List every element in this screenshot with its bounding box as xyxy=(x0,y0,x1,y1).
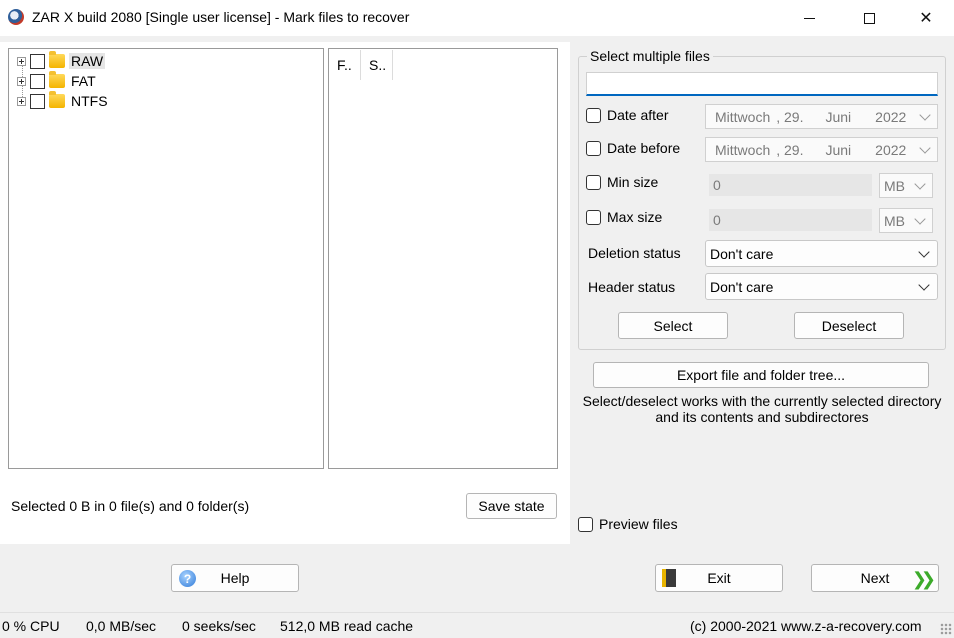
tree-item-label: RAW xyxy=(69,53,106,69)
deselect-button[interactable]: Deselect xyxy=(794,312,904,339)
day: , 29. xyxy=(776,141,804,158)
date-before-label: Date before xyxy=(607,140,681,156)
preview-files-label: Preview files xyxy=(599,516,678,532)
date-after-label: Date after xyxy=(607,107,669,123)
maximize-button[interactable] xyxy=(846,0,892,36)
max-size-checkbox[interactable]: Max size xyxy=(586,209,662,225)
column-header-size[interactable]: S.. xyxy=(361,50,393,80)
maximize-icon xyxy=(863,12,875,24)
help-label: Help xyxy=(220,570,250,586)
tree-item-label: FAT xyxy=(71,73,96,89)
exit-door-icon xyxy=(662,569,676,587)
select-button[interactable]: Select xyxy=(618,312,728,339)
filter-group xyxy=(578,56,946,350)
select-value: Don't care xyxy=(710,245,774,262)
exit-label: Exit xyxy=(707,570,731,586)
cache-status: 512,0 MB read cache xyxy=(280,618,414,634)
chevron-down-icon xyxy=(914,213,926,225)
checkbox-box[interactable] xyxy=(586,107,601,123)
tree-checkbox-fat[interactable] xyxy=(30,73,45,89)
month: Juni xyxy=(825,141,852,158)
expand-icon[interactable] xyxy=(17,56,26,66)
year: 2022 xyxy=(875,108,907,125)
year: 2022 xyxy=(875,141,907,158)
max-size-unit-select[interactable]: MB xyxy=(879,208,933,233)
day-name: Mittwoch xyxy=(715,141,771,158)
info-text: Select/deselect works with the currently… xyxy=(574,393,950,425)
chevron-down-icon xyxy=(919,109,931,121)
tree-item-raw[interactable]: RAW xyxy=(17,51,106,71)
help-icon: ? xyxy=(179,570,196,587)
save-state-button[interactable]: Save state xyxy=(466,493,557,519)
min-size-checkbox[interactable]: Min size xyxy=(586,174,658,190)
folder-icon xyxy=(49,71,65,88)
header-status-label: Header status xyxy=(588,279,676,295)
tree-checkbox-raw[interactable] xyxy=(30,53,45,69)
seeks-status: 0 seeks/sec xyxy=(182,618,256,634)
chevron-down-icon xyxy=(919,142,931,154)
checkbox-box[interactable] xyxy=(586,140,601,156)
minimize-icon xyxy=(803,17,815,19)
column-header-name[interactable]: F.. xyxy=(329,50,361,80)
folder-icon xyxy=(49,91,65,108)
folder-icon xyxy=(49,51,65,68)
chevron-down-icon xyxy=(918,279,930,291)
minimize-button[interactable] xyxy=(786,0,832,36)
chevron-down-icon xyxy=(918,246,930,258)
checkbox-box[interactable] xyxy=(586,209,601,225)
copyright-text: (c) 2000-2021 www.z-a-recovery.com xyxy=(690,618,922,634)
info-line: and its contents and subdirectores xyxy=(655,409,869,425)
double-chevron-right-icon: ❯❯ xyxy=(911,569,936,589)
app-icon xyxy=(8,9,24,25)
resize-grip-icon[interactable] xyxy=(940,623,952,635)
deletion-status-label: Deletion status xyxy=(588,245,681,261)
folder-tree[interactable]: RAW FAT NTFS xyxy=(8,48,324,469)
status-bar: 0 % CPU 0,0 MB/sec 0 seeks/sec 512,0 MB … xyxy=(0,612,954,638)
day-name: Mittwoch xyxy=(715,108,771,125)
date-after-picker[interactable]: Mittwoch , 29. Juni 2022 xyxy=(705,104,938,129)
min-size-label: Min size xyxy=(607,174,659,190)
file-list[interactable]: F.. S.. xyxy=(328,48,558,469)
expand-icon[interactable] xyxy=(17,96,26,106)
help-button[interactable]: ? Help xyxy=(171,564,299,592)
rate-status: 0,0 MB/sec xyxy=(86,618,157,634)
info-line: Select/deselect works with the currently… xyxy=(582,393,942,409)
month: Juni xyxy=(825,108,852,125)
chevron-down-icon xyxy=(914,178,926,190)
date-before-picker[interactable]: Mittwoch , 29. Juni 2022 xyxy=(705,137,938,162)
close-button[interactable]: ✕ xyxy=(903,0,949,36)
max-size-input[interactable]: 0 xyxy=(709,209,872,231)
exit-button[interactable]: Exit xyxy=(655,564,783,592)
select-value: Don't care xyxy=(710,278,774,295)
export-tree-button[interactable]: Export file and folder tree... xyxy=(593,362,929,388)
tree-checkbox-ntfs[interactable] xyxy=(30,93,45,109)
filter-group-title: Select multiple files xyxy=(587,48,713,64)
header-status-select[interactable]: Don't care xyxy=(705,273,938,300)
tree-item-label: NTFS xyxy=(71,93,108,109)
selection-status: Selected 0 B in 0 file(s) and 0 folder(s… xyxy=(11,498,250,514)
checkbox-box[interactable] xyxy=(578,516,593,532)
tree-item-fat[interactable]: FAT xyxy=(17,71,98,91)
unit-value: MB xyxy=(884,212,905,229)
next-button[interactable]: Next ❯❯ xyxy=(811,564,939,592)
checkbox-box[interactable] xyxy=(586,174,601,190)
unit-value: MB xyxy=(884,177,905,194)
preview-files-checkbox[interactable]: Preview files xyxy=(578,516,678,532)
window-title: ZAR X build 2080 [Single user license] -… xyxy=(32,9,410,25)
expand-icon[interactable] xyxy=(17,76,26,86)
date-before-checkbox[interactable]: Date before xyxy=(586,140,680,156)
date-after-checkbox[interactable]: Date after xyxy=(586,107,668,123)
min-size-unit-select[interactable]: MB xyxy=(879,173,933,198)
tree-item-ntfs[interactable]: NTFS xyxy=(17,91,110,111)
deletion-status-select[interactable]: Don't care xyxy=(705,240,938,267)
cpu-status: 0 % CPU xyxy=(2,618,60,634)
min-size-input[interactable]: 0 xyxy=(709,174,872,196)
close-icon: ✕ xyxy=(919,10,933,27)
file-mask-input[interactable] xyxy=(586,72,938,96)
day: , 29. xyxy=(776,108,804,125)
max-size-label: Max size xyxy=(607,209,663,225)
next-label: Next xyxy=(860,570,890,586)
